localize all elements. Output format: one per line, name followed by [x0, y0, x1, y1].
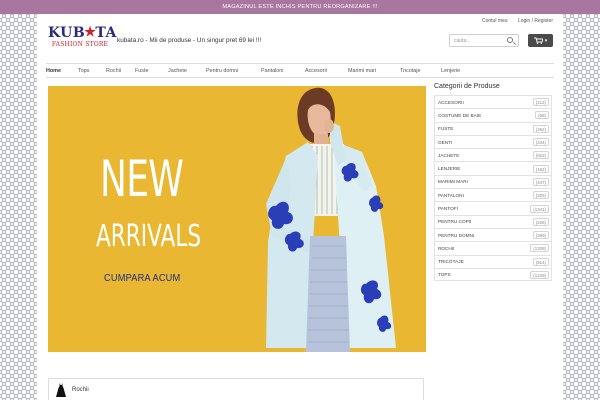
category-label: PENTRU COPII	[438, 219, 472, 225]
dress-icon	[56, 382, 66, 397]
category-count: (1341)	[530, 204, 549, 213]
category-item[interactable]: PANTALONI (325)	[434, 188, 552, 202]
nav-item-accesorii[interactable]: Accesorii	[305, 68, 348, 74]
category-count: (1239)	[530, 270, 549, 279]
category-count: (325)	[532, 191, 549, 200]
nav-item-marimi-mari[interactable]: Marimi mari	[348, 68, 400, 74]
category-count: (212)	[532, 98, 549, 107]
category-label: PANTOFI	[438, 206, 458, 212]
nav-item-home[interactable]: Home	[46, 68, 78, 74]
category-count: (814)	[532, 257, 549, 266]
category-item[interactable]: PENTRU COPII (226)	[434, 214, 552, 228]
category-item[interactable]: COSTUME DE BAIE (58)	[434, 108, 552, 122]
category-label: ACCESORII	[438, 99, 464, 105]
categories-sidebar: Categorii de Produse ACCESORII (212) COST…	[434, 83, 552, 282]
category-item[interactable]: GENTI (234)	[434, 134, 552, 149]
nav-item-tricotaje[interactable]: Tricotaje	[400, 68, 441, 74]
sidebar-title: Categorii de Produse	[434, 83, 500, 90]
cart-button[interactable]: ▾	[528, 34, 553, 47]
category-section-header[interactable]: Rochii	[48, 378, 424, 400]
logo-wordmark: KUB ★ TA	[48, 25, 116, 41]
main-navigation: Home Tops Rochii Fuste Jachete Pentru do…	[46, 63, 554, 78]
logo-text-left: KUB	[48, 25, 86, 41]
category-item[interactable]: MARIMI MARI (447)	[434, 174, 552, 189]
category-count: (234)	[532, 138, 549, 147]
hero-headline: NEW	[100, 150, 184, 208]
hero-cta-link[interactable]: CUMPARA ACUM	[104, 272, 180, 284]
hero-banner[interactable]: NEW ARRIVALS CUMPARA ACUM	[48, 86, 426, 352]
chevron-down-icon: ▾	[544, 37, 548, 44]
section-title: Rochii	[72, 386, 89, 393]
nav-item-fuste[interactable]: Fuste	[135, 68, 168, 74]
category-label: COSTUME DE BAIE	[438, 112, 482, 118]
search-input[interactable]: cauta...	[449, 34, 519, 47]
category-label: PANTALONI	[438, 192, 464, 198]
category-count: (289)	[532, 231, 549, 240]
category-label: TRICOTAJE	[438, 259, 464, 265]
category-count: (162)	[532, 164, 549, 173]
category-label: FUSTE	[438, 126, 454, 132]
category-count: (822)	[532, 151, 549, 160]
page-container: KUB ★ TA FASHION STORE kubata.ro - Mii d…	[37, 14, 563, 400]
logo-text-right: TA	[95, 25, 117, 41]
category-count: (262)	[532, 124, 549, 133]
nav-item-tops[interactable]: Tops	[78, 68, 106, 74]
nav-item-pentru-domni[interactable]: Pentru domni	[206, 68, 261, 74]
category-item[interactable]: FUSTE (262)	[434, 121, 552, 135]
category-item[interactable]: TRICOTAJE (814)	[434, 254, 552, 268]
category-item[interactable]: PANTOFI (1341)	[434, 201, 552, 215]
category-count: (1328)	[530, 244, 549, 253]
search-icon[interactable]	[507, 37, 513, 43]
category-label: TOPS	[438, 272, 451, 277]
category-label: GENTI	[438, 139, 453, 145]
category-item[interactable]: ACCESORII (212)	[434, 95, 552, 109]
nav-item-rochii[interactable]: Rochii	[106, 68, 135, 74]
category-label: LENJERIE	[438, 166, 461, 172]
top-links: Contul meu Login / Register	[473, 18, 553, 24]
category-label: MARIMI MARI	[438, 179, 468, 185]
category-count: (447)	[532, 177, 549, 186]
site-tagline: kubata.ro - Mii de produse - Un singur p…	[117, 37, 262, 44]
category-count: (58)	[535, 111, 549, 120]
login-register-link[interactable]: Login / Register	[518, 18, 553, 24]
category-label: JACHETE	[438, 152, 460, 158]
nav-item-pantaloni[interactable]: Pantaloni	[261, 68, 305, 74]
category-list: ACCESORII (212) COSTUME DE BAIE (58) FUSTE…	[434, 95, 552, 282]
category-item[interactable]: PENTRU DOMNI (289)	[434, 227, 552, 242]
nav-item-lenjerie[interactable]: Lenjerie	[441, 68, 477, 74]
category-item[interactable]: TOPS (1239)	[434, 267, 552, 282]
logo-subtitle: FASHION STORE	[51, 41, 109, 48]
category-label: ROCHII	[438, 245, 455, 251]
cart-icon	[533, 37, 543, 44]
logo[interactable]: KUB ★ TA FASHION STORE	[48, 25, 116, 49]
category-item[interactable]: JACHETE (822)	[434, 148, 552, 162]
hero-subheadline: ARRIVALS	[96, 219, 202, 254]
category-item[interactable]: ROCHII (1328)	[434, 241, 552, 255]
account-link[interactable]: Contul meu	[482, 18, 508, 24]
announcement-bar: MAGAZINUL ESTE INCHIS PENTRU REORGANIZAR…	[0, 0, 600, 14]
category-item[interactable]: LENJERIE (162)	[434, 161, 552, 175]
category-count: (226)	[532, 217, 549, 226]
category-label: PENTRU DOMNI	[438, 232, 475, 238]
hero-model-image	[266, 87, 396, 352]
nav-item-jachete[interactable]: Jachete	[168, 68, 206, 74]
